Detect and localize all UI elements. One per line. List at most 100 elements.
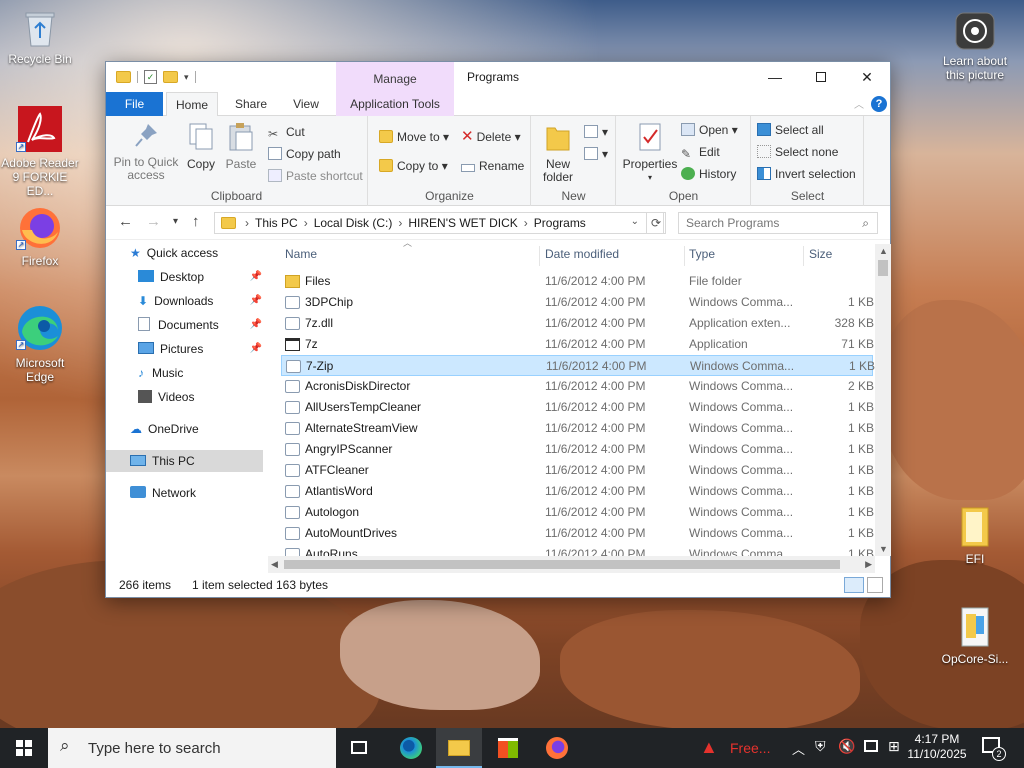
new-folder-qat-icon[interactable] bbox=[163, 71, 178, 83]
column-header-name[interactable]: Name bbox=[285, 247, 317, 261]
volume-muted-icon[interactable]: 🔇 bbox=[838, 738, 855, 755]
file-row[interactable]: AngryIPScanner 11/6/2012 4:00 PM Windows C… bbox=[281, 439, 874, 460]
select-all-button[interactable]: Select all bbox=[757, 120, 824, 140]
nav-music[interactable]: ♪ Music bbox=[138, 362, 262, 384]
minimize-button[interactable]: — bbox=[752, 62, 798, 92]
file-row[interactable]: AlternateStreamView 11/6/2012 4:00 PM Wind… bbox=[281, 418, 874, 439]
breadcrumb-hirens[interactable]: HIREN'S WET DICK bbox=[408, 216, 517, 230]
cut-button[interactable]: ✂ Cut bbox=[268, 122, 305, 142]
copy-path-button[interactable]: Copy path bbox=[268, 144, 341, 164]
breadcrumb-local-disk[interactable]: Local Disk (C:) bbox=[314, 216, 393, 230]
vertical-scrollbar[interactable]: ▲ ▼ bbox=[875, 244, 891, 556]
open-button[interactable]: Open ▾ bbox=[681, 120, 738, 140]
scroll-up-icon[interactable]: ▲ bbox=[879, 246, 888, 256]
file-row[interactable]: AtlantisWord 11/6/2012 4:00 PM Windows Com… bbox=[281, 481, 874, 502]
scroll-thumb[interactable] bbox=[284, 560, 840, 569]
paste-shortcut-button[interactable]: Paste shortcut bbox=[268, 166, 363, 186]
new-folder-button[interactable]: New folder bbox=[536, 122, 580, 184]
horizontal-scrollbar[interactable]: ◀ ▶ bbox=[268, 556, 875, 573]
up-button[interactable]: ↑ bbox=[192, 213, 200, 230]
maximize-button[interactable] bbox=[798, 62, 844, 92]
recent-locations-button[interactable]: ▾ bbox=[173, 216, 178, 227]
file-row[interactable]: 3DPChip 11/6/2012 4:00 PM Windows Comma...… bbox=[281, 292, 874, 313]
pin-quick-access-button[interactable]: Pin to Quick access bbox=[112, 122, 180, 182]
language-tray-icon[interactable]: ⊞ bbox=[888, 738, 900, 755]
nav-onedrive[interactable]: ☁ OneDrive bbox=[130, 418, 260, 440]
taskbar-app-free[interactable]: ▲ Free... bbox=[694, 728, 774, 768]
breadcrumb-this-pc[interactable]: This PC bbox=[255, 216, 298, 230]
taskbar-edge[interactable] bbox=[390, 728, 434, 768]
large-icons-view-icon[interactable] bbox=[867, 577, 883, 593]
move-to-button[interactable]: Move to ▾ bbox=[379, 127, 449, 147]
tab-application-tools[interactable]: Application Tools bbox=[336, 92, 454, 116]
file-row[interactable]: ATFCleaner 11/6/2012 4:00 PM Windows Comma… bbox=[281, 460, 874, 481]
nav-downloads[interactable]: ⬇ Downloads 📌 bbox=[138, 290, 262, 312]
edit-button[interactable]: ✎ Edit bbox=[681, 142, 720, 162]
back-button[interactable]: ← bbox=[118, 213, 133, 230]
refresh-button[interactable]: ⟳ bbox=[646, 212, 666, 234]
taskbar-store[interactable] bbox=[486, 728, 530, 768]
address-dropdown-icon[interactable]: ⌄ bbox=[631, 216, 639, 227]
column-header-size[interactable]: Size bbox=[809, 247, 832, 261]
nav-desktop[interactable]: Desktop 📌 bbox=[138, 266, 262, 288]
close-button[interactable]: ✕ bbox=[844, 62, 890, 92]
desktop-icon-edge[interactable]: ↗ Microsoft Edge bbox=[0, 304, 80, 384]
file-row[interactable]: 7z 11/6/2012 4:00 PM Application 71 KB bbox=[281, 334, 874, 355]
nav-documents[interactable]: Documents 📌 bbox=[138, 314, 262, 336]
tab-share[interactable]: Share bbox=[226, 92, 276, 116]
start-button[interactable] bbox=[0, 728, 48, 768]
notifications-button[interactable]: 2 bbox=[982, 737, 1006, 761]
collapse-ribbon-icon[interactable]: ︿ bbox=[854, 96, 864, 111]
select-none-button[interactable]: Select none bbox=[757, 142, 838, 162]
tab-home[interactable]: Home bbox=[166, 92, 218, 117]
desktop-icon-recycle-bin[interactable]: Recycle Bin bbox=[0, 8, 80, 66]
nav-pictures[interactable]: Pictures 📌 bbox=[138, 338, 262, 360]
qat-dropdown-icon[interactable]: ▾ bbox=[184, 72, 189, 83]
address-bar[interactable]: › This PC › Local Disk (C:) › HIREN'S WE… bbox=[214, 212, 664, 234]
file-row[interactable]: 7-Zip 11/6/2012 4:00 PM Windows Comma... 1 … bbox=[281, 355, 875, 376]
tab-view[interactable]: View bbox=[282, 92, 330, 116]
desktop-icon-firefox[interactable]: ↗ Firefox bbox=[0, 206, 80, 268]
desktop-icon-opcore[interactable]: OpCore-Si... bbox=[935, 606, 1015, 666]
scroll-left-icon[interactable]: ◀ bbox=[271, 559, 278, 570]
file-row[interactable]: Autologon 11/6/2012 4:00 PM Windows Comma.… bbox=[281, 502, 874, 523]
desktop-icon-efi[interactable]: EFI bbox=[935, 506, 1015, 566]
column-header-date[interactable]: Date modified bbox=[545, 247, 619, 261]
properties-qat-icon[interactable]: ✓ bbox=[144, 70, 157, 84]
easy-access-button[interactable]: ▾ bbox=[584, 144, 608, 164]
tab-file[interactable]: File bbox=[106, 92, 163, 116]
new-item-button[interactable]: ▾ bbox=[584, 122, 608, 142]
nav-network[interactable]: Network bbox=[130, 482, 260, 504]
invert-selection-button[interactable]: Invert selection bbox=[757, 164, 856, 184]
properties-button[interactable]: Properties ▾ bbox=[621, 122, 679, 184]
network-tray-icon[interactable] bbox=[864, 740, 878, 752]
delete-button[interactable]: ✕ Delete ▾ bbox=[461, 127, 521, 147]
taskbar-firefox[interactable] bbox=[534, 728, 580, 768]
file-row[interactable]: AcronisDiskDirector 11/6/2012 4:00 PM Wind… bbox=[281, 376, 874, 397]
scroll-right-icon[interactable]: ▶ bbox=[865, 559, 872, 570]
help-icon[interactable]: ? bbox=[871, 96, 887, 112]
details-view-icon[interactable] bbox=[844, 577, 864, 593]
scroll-thumb[interactable] bbox=[878, 260, 888, 276]
rename-button[interactable]: Rename bbox=[461, 156, 524, 176]
manage-context-tab[interactable]: Manage bbox=[336, 62, 454, 92]
taskbar-search-input[interactable]: ⌕ Type here to search bbox=[48, 728, 336, 768]
task-view-button[interactable] bbox=[340, 728, 380, 768]
paste-button[interactable]: Paste bbox=[224, 122, 258, 171]
desktop-icon-adobe-reader[interactable]: ↗ Adobe Reader 9 FORKIE ED... bbox=[0, 106, 80, 198]
file-row[interactable]: Files 11/6/2012 4:00 PM File folder bbox=[281, 271, 873, 292]
breadcrumb-programs[interactable]: Programs bbox=[534, 216, 586, 230]
copy-button[interactable]: Copy bbox=[184, 122, 218, 171]
column-header-type[interactable]: Type bbox=[689, 247, 715, 261]
copy-to-button[interactable]: Copy to ▾ bbox=[379, 156, 448, 176]
scroll-down-icon[interactable]: ▼ bbox=[879, 544, 888, 554]
show-hidden-icons-button[interactable]: ︿ bbox=[792, 739, 805, 758]
search-input[interactable]: Search Programs ⌕ bbox=[678, 212, 878, 234]
security-tray-icon[interactable]: ⛨ bbox=[815, 738, 826, 755]
desktop-icon-learn-picture[interactable]: Learn about this picture bbox=[935, 12, 1015, 82]
file-row[interactable]: AutoMountDrives 11/6/2012 4:00 PM Windows … bbox=[281, 523, 874, 544]
history-button[interactable]: History bbox=[681, 164, 736, 184]
taskbar-file-explorer[interactable] bbox=[436, 728, 482, 768]
file-row[interactable]: AllUsersTempCleaner 11/6/2012 4:00 PM Wind… bbox=[281, 397, 874, 418]
clock[interactable]: 4:17 PM 11/10/2025 bbox=[906, 732, 968, 762]
